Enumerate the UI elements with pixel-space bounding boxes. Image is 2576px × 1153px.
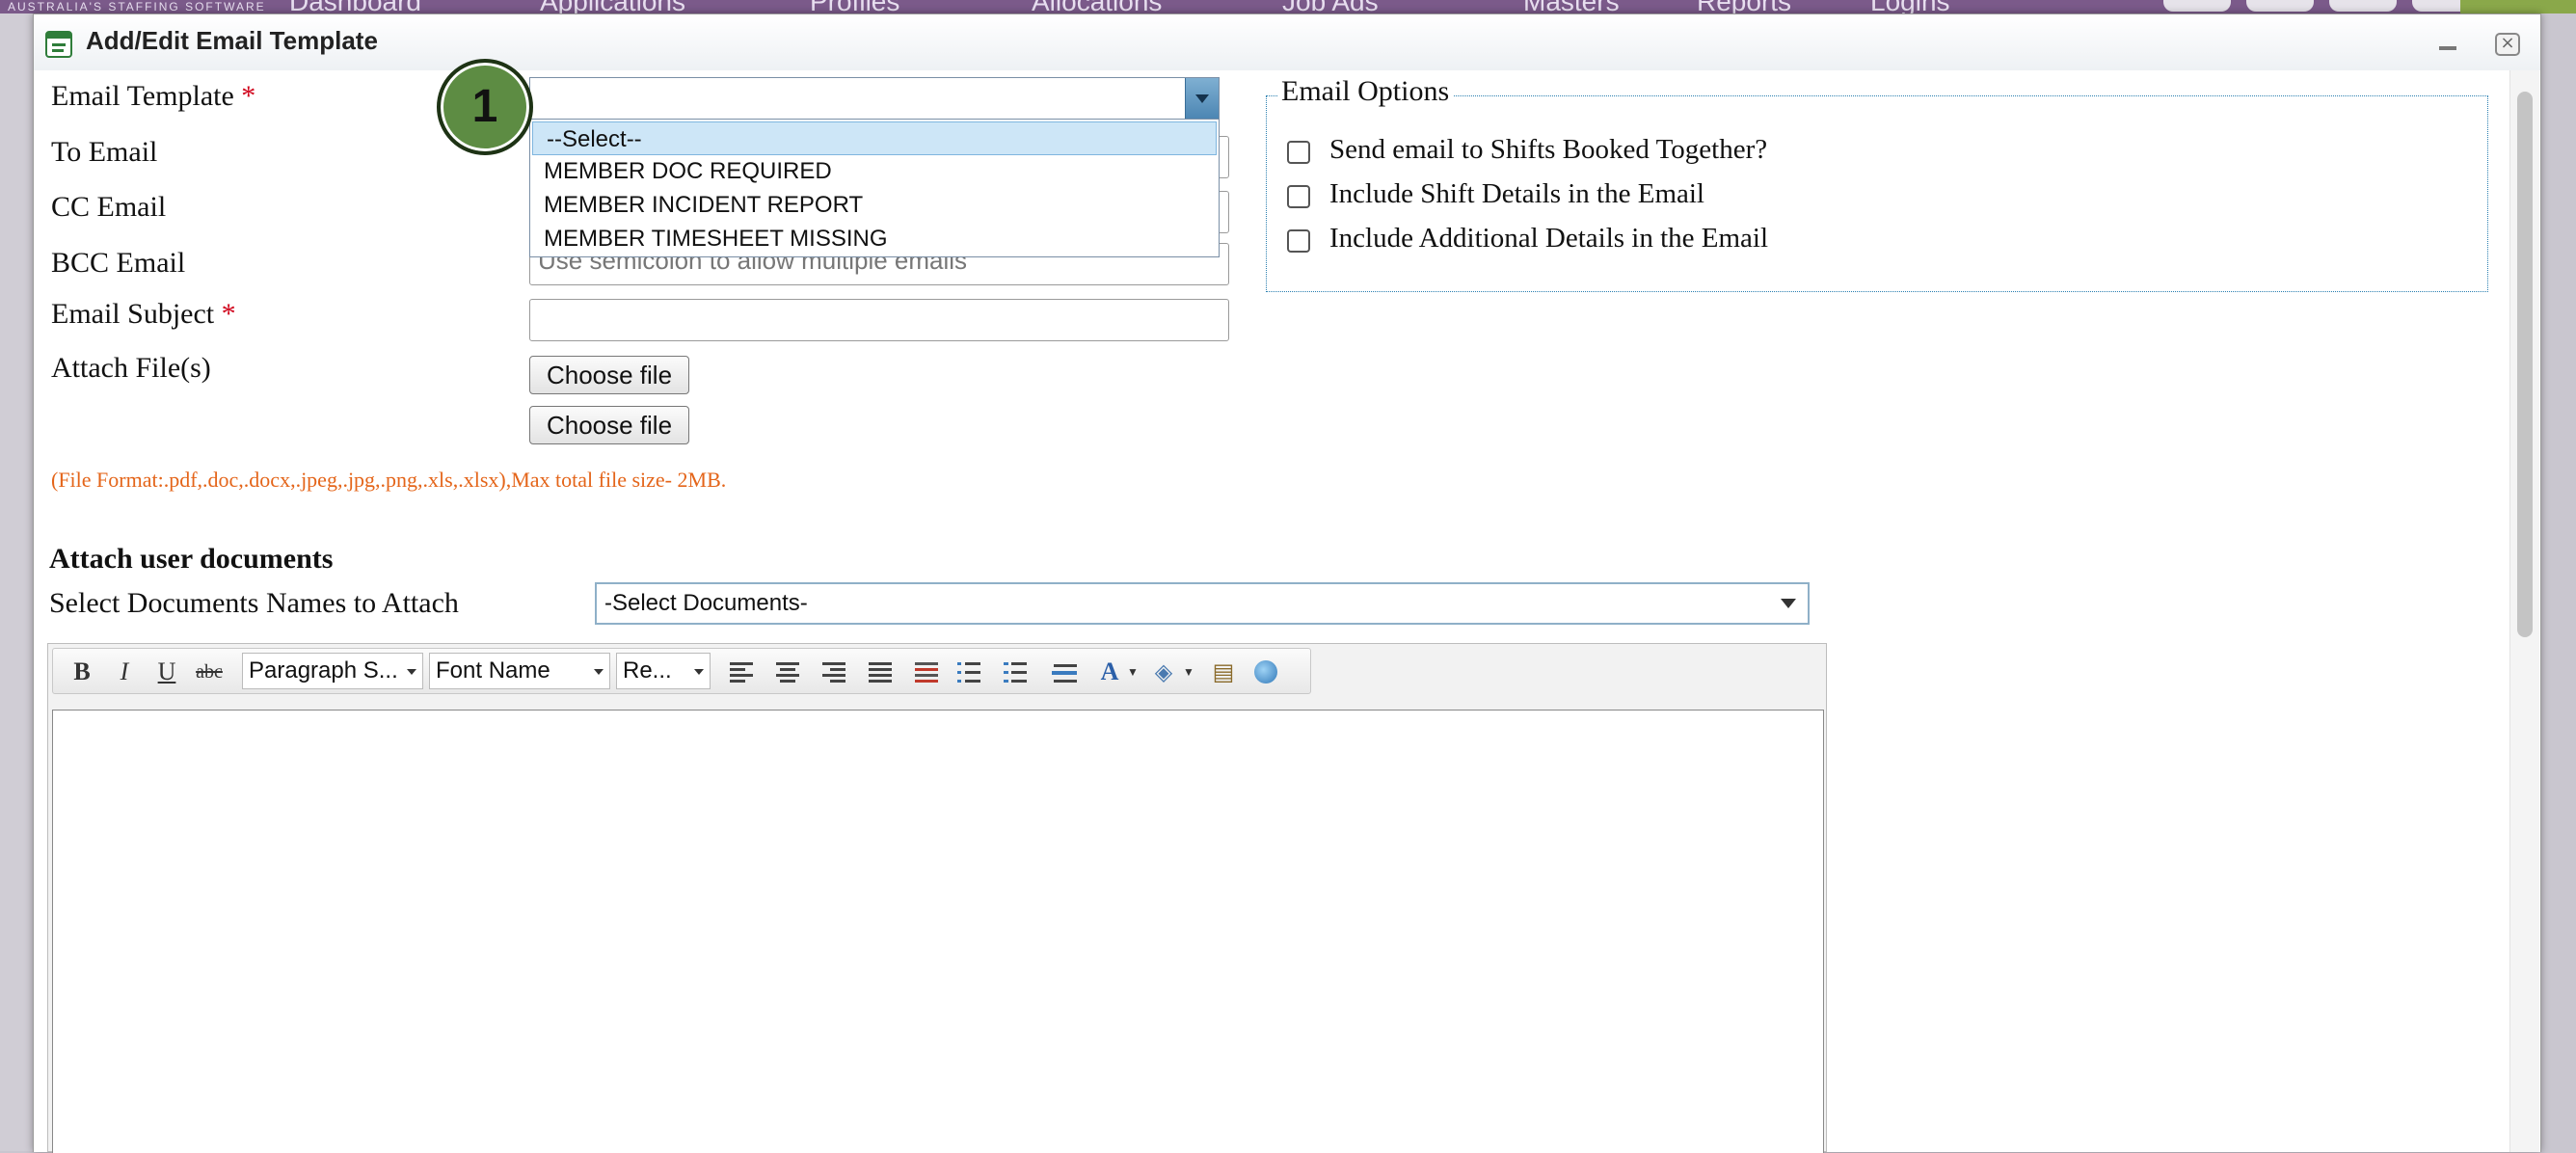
dialog-titlebar[interactable]: Add/Edit Email Template ×: [34, 14, 2540, 70]
nav-applications: Applications: [540, 0, 685, 13]
send-to-shifts-label: Send email to Shifts Booked Together?: [1329, 134, 1768, 165]
align-center-icon[interactable]: [768, 655, 803, 689]
select-documents-dropdown[interactable]: -Select Documents-: [595, 582, 1810, 625]
insert-link-icon[interactable]: [1248, 655, 1283, 689]
choose-file-button[interactable]: Choose file: [529, 406, 689, 444]
horizontal-rule-icon[interactable]: [1046, 655, 1081, 689]
chevron-down-icon[interactable]: ▼: [1171, 655, 1206, 689]
background-tool-button: [2163, 0, 2231, 12]
email-template-label: Email Template *: [51, 80, 256, 112]
email-subject-field[interactable]: [529, 299, 1229, 341]
align-justify-icon[interactable]: [861, 655, 896, 689]
close-icon[interactable]: ×: [2495, 33, 2520, 56]
email-options-legend: Email Options: [1277, 75, 1454, 108]
dropdown-option-doc-required[interactable]: MEMBER DOC REQUIRED: [530, 154, 1219, 188]
font-name-select[interactable]: Font Name: [429, 653, 610, 689]
paragraph-style-select[interactable]: Paragraph S...: [242, 653, 423, 689]
cc-email-label: CC Email: [51, 191, 167, 223]
align-right-icon[interactable]: [815, 655, 849, 689]
scrollbar-thumb[interactable]: [2517, 92, 2533, 637]
nav-job-ads: Job Ads: [1282, 0, 1379, 13]
email-template-select[interactable]: [529, 77, 1220, 120]
attach-user-documents-heading: Attach user documents: [49, 543, 334, 575]
bullet-list-icon[interactable]: [953, 655, 988, 689]
nav-logins: Logins: [1870, 0, 1950, 13]
to-email-label: To Email: [51, 136, 158, 168]
nav-allocations: Allocations: [1032, 0, 1162, 13]
step-marker-number: 1: [471, 81, 498, 132]
bcc-email-label: BCC Email: [51, 247, 186, 279]
template-icon: [45, 31, 72, 58]
background-accent: [2460, 0, 2576, 13]
attach-files-label: Attach File(s): [51, 352, 211, 384]
dropdown-option-select[interactable]: --Select--: [532, 121, 1217, 155]
chevron-down-icon[interactable]: [1185, 78, 1219, 119]
minimize-icon[interactable]: [2437, 34, 2458, 55]
dialog-title: Add/Edit Email Template: [86, 26, 378, 55]
include-shift-details-label: Include Shift Details in the Email: [1329, 178, 1704, 209]
align-left-icon[interactable]: [722, 655, 757, 689]
nav-masters: Masters: [1523, 0, 1620, 13]
step-marker: 1: [437, 59, 533, 155]
italic-icon[interactable]: I: [107, 655, 142, 689]
choose-file-button[interactable]: Choose file: [529, 356, 689, 394]
background-tool-button: [2329, 0, 2397, 12]
dropdown-option-timesheet-missing[interactable]: MEMBER TIMESHEET MISSING: [530, 222, 1219, 255]
editor-content-area[interactable]: [52, 710, 1824, 1153]
dropdown-option-incident-report[interactable]: MEMBER INCIDENT REPORT: [530, 188, 1219, 222]
include-shift-details-checkbox[interactable]: [1287, 185, 1310, 208]
send-to-shifts-checkbox[interactable]: [1287, 141, 1310, 164]
strikethrough-icon[interactable]: abc: [192, 655, 227, 689]
email-template-dialog: Add/Edit Email Template × Email Template…: [33, 13, 2541, 1153]
select-documents-label: Select Documents Names to Attach: [49, 587, 459, 619]
include-additional-details-checkbox[interactable]: [1287, 229, 1310, 253]
chevron-down-icon[interactable]: ▼: [1115, 655, 1150, 689]
nav-profiles: Profiles: [810, 0, 899, 13]
font-size-select[interactable]: Re...: [616, 653, 711, 689]
bold-icon[interactable]: B: [65, 655, 99, 689]
email-template-dropdown: --Select-- MEMBER DOC REQUIRED MEMBER IN…: [529, 119, 1220, 257]
select-documents-value: -Select Documents-: [604, 590, 808, 616]
underline-icon[interactable]: U: [149, 655, 184, 689]
nav-reports: Reports: [1697, 0, 1791, 13]
editor-toolbar: B I U abc Paragraph S... Font Name Re...: [52, 648, 1311, 694]
numbered-list-icon[interactable]: [1000, 655, 1034, 689]
dialog-scrollbar[interactable]: [2509, 70, 2539, 1152]
paste-icon[interactable]: ▤: [1206, 655, 1241, 689]
include-additional-details-label: Include Additional Details in the Email: [1329, 223, 1769, 254]
email-subject-label: Email Subject *: [51, 298, 236, 330]
nav-dashboard: Dashboard: [289, 0, 421, 13]
remove-format-icon[interactable]: [907, 655, 942, 689]
chevron-down-icon: [1781, 599, 1796, 608]
brand-tagline: AUSTRALIA'S STAFFING SOFTWARE: [8, 0, 266, 13]
file-format-note: (File Format:.pdf,.doc,.docx,.jpeg,.jpg,…: [51, 468, 727, 492]
background-nav-bar: AUSTRALIA'S STAFFING SOFTWARE Dashboard …: [0, 0, 2576, 13]
rich-text-editor: B I U abc Paragraph S... Font Name Re...: [47, 643, 1827, 1153]
background-tool-button: [2246, 0, 2314, 12]
